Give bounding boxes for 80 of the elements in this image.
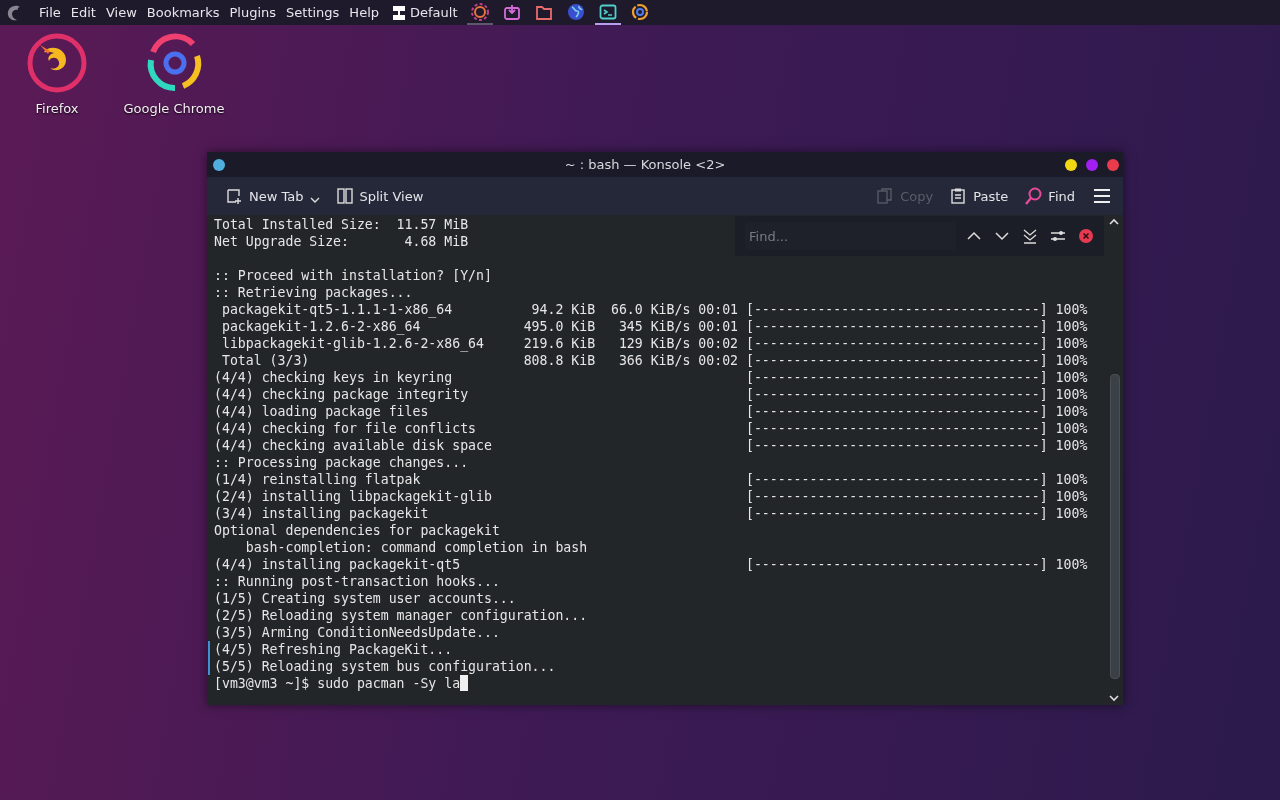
globe-icon (565, 1, 586, 22)
terminal-line: (4/4) checking keys in keyring (214, 369, 454, 386)
progress-text: [------------------------------------] 100% (745, 301, 1088, 318)
progress-text: [------------------------------------] 100% (745, 386, 1088, 403)
progress-text: [------------------------------------] 100% (745, 420, 1088, 437)
search-icon (1024, 187, 1043, 205)
progress-text: [------------------------------------] 100% (745, 318, 1088, 335)
menu-item[interactable]: Bookmarks (141, 0, 225, 25)
terminal-line: :: Running post-transaction hooks... (214, 573, 500, 590)
terminal-line: :: Processing package changes... (214, 454, 469, 471)
terminal-line: (4/5) Refreshing PackageKit... (214, 641, 453, 658)
scroll-up-icon (1108, 217, 1120, 227)
progress-text: [------------------------------------] 100% (745, 335, 1088, 352)
terminal-line: Total Installed Size: 11.57 MiB (214, 216, 469, 233)
terminal-line: (5/5) Reloading system bus configuration... (214, 658, 556, 675)
terminal-line: (2/4) installing libpackagekit-glib (214, 488, 493, 505)
window-menu-icon (212, 157, 226, 172)
scroll-down-icon (1108, 693, 1120, 703)
terminal-line: (4/4) loading package files (214, 403, 430, 420)
menu-item[interactable]: Edit (65, 0, 101, 25)
maximize-button-icon (1085, 157, 1099, 172)
desktop-icon[interactable]: Firefox (24, 30, 90, 116)
progress-text: [------------------------------------] 100% (745, 369, 1088, 386)
terminal-line: packagekit-qt5-1.1.1-1-x86_64 94.2 KiB 66.0 KiB/s 00:01 (220, 301, 739, 318)
gear-icon (469, 1, 490, 22)
progress-text: [------------------------------------] 100% (745, 352, 1088, 369)
terminal-line: packagekit-1.2.6-2-x86_64 495.0 KiB 345 KiB/s 00:01 (220, 318, 739, 335)
text-cursor (460, 675, 469, 691)
menu-item[interactable]: View (100, 0, 142, 25)
menu-item[interactable]: Settings (281, 0, 345, 25)
split-view-icon (335, 187, 354, 205)
taskbar-button[interactable] (466, 0, 493, 25)
terminal-line: libpackagekit-glib-1.2.6-2-x86_64 219.6 KiB 129 KiB/s 00:02 (220, 335, 739, 352)
close-button-icon (1106, 157, 1120, 172)
layout-button[interactable]: Default (384, 4, 464, 21)
new-tab-button[interactable]: New Tab (221, 183, 324, 209)
search-field[interactable]: Find... (745, 222, 956, 250)
terminal-line: (3/5) Arming ConditionNeedsUpdate... (214, 624, 500, 641)
minimize-button-icon (1064, 157, 1078, 172)
progress-text: [------------------------------------] 100% (745, 556, 1088, 573)
terminal-line: (2/5) Reloading system manager configuration... (214, 607, 588, 624)
command-line: [vm3@vm3 ~]$ sudo pacman -Sy la (214, 675, 461, 692)
terminal-line: Optional dependencies for packagekit (214, 522, 500, 539)
terminal-line: bash-completion: command completion in bash (244, 539, 588, 556)
close-button[interactable] (1078, 228, 1094, 244)
terminal[interactable] (207, 215, 1105, 705)
clipboard-icon (949, 187, 968, 205)
terminal-line: :: Retrieving packages... (214, 284, 413, 301)
search-from-bottom-button[interactable] (1022, 228, 1038, 244)
new-tab-icon (225, 187, 243, 205)
terminal-line: Net Upgrade Size: 4.68 MiB (214, 233, 469, 250)
terminal-line: (1/4) reinstalling flatpak (214, 471, 422, 488)
scrollbar-thumb[interactable] (1110, 374, 1120, 679)
terminal-line: (4/4) checking for file conflicts (214, 420, 477, 437)
terminal-line: (4/4) checking available disk space (214, 437, 493, 454)
next-button[interactable] (994, 230, 1010, 242)
copy-icon (876, 187, 895, 205)
progress-text: [------------------------------------] 100% (745, 488, 1088, 505)
terminal-line: (4/4) installing packagekit-qt5 (214, 556, 462, 573)
layout-icon (392, 4, 406, 21)
menu-icon (1093, 188, 1111, 204)
menu-item[interactable]: File (34, 0, 66, 25)
previous-button[interactable] (966, 230, 982, 242)
terminal-line: (3/4) installing packagekit (214, 505, 430, 522)
options-button[interactable] (1050, 228, 1066, 244)
progress-text: [------------------------------------] 100% (745, 437, 1088, 454)
terminal-line: Total (3/3) 808.8 KiB 366 KiB/s 00:02 (220, 352, 739, 369)
progress-text: [------------------------------------] 100% (745, 471, 1088, 488)
terminal-line: (4/4) checking package integrity (214, 386, 470, 403)
split-button[interactable]: Split View (331, 183, 428, 209)
menu-item[interactable]: Plugins (224, 0, 282, 25)
find-button[interactable]: Find (1020, 183, 1079, 209)
terminal-line: :: Proceed with installation? [Y/n] (214, 267, 492, 284)
progress-text: [------------------------------------] 100% (745, 505, 1088, 522)
terminal-line: (1/5) Creating system user accounts... (214, 590, 516, 607)
window-title: ~ : bash — Konsole <2> (563, 157, 727, 172)
progress-text: [------------------------------------] 100% (745, 403, 1088, 420)
desktop-icon[interactable]: Google Chrome (116, 30, 232, 116)
menu-item[interactable]: Help (344, 0, 384, 25)
paste-button[interactable]: Paste (945, 183, 1013, 209)
